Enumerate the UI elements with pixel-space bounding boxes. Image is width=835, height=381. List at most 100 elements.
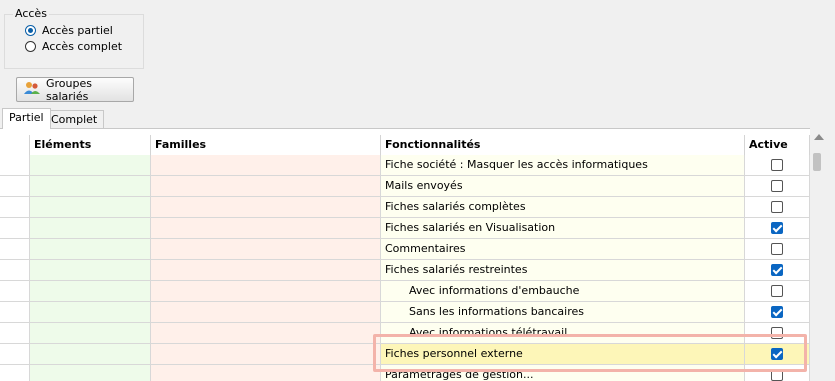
active-cell xyxy=(745,281,810,301)
scroll-up-arrow-icon[interactable] xyxy=(814,134,824,140)
row-selector-cell[interactable] xyxy=(6,176,30,196)
active-cell xyxy=(745,197,810,217)
active-cell xyxy=(745,239,810,259)
active-cell xyxy=(745,344,810,364)
active-checkbox-checked[interactable] xyxy=(771,348,783,360)
fonctionnalite-cell: Paramétrages de gestion... xyxy=(381,365,745,381)
groupes-salaries-button[interactable]: Groupes salariés xyxy=(16,76,134,103)
active-checkbox[interactable] xyxy=(771,285,783,297)
active-checkbox-checked[interactable] xyxy=(771,264,783,276)
familles-cell[interactable] xyxy=(151,260,381,280)
access-groupbox-title: Accès xyxy=(13,7,49,20)
familles-cell[interactable] xyxy=(151,155,381,175)
familles-cell[interactable] xyxy=(151,218,381,238)
header-fonctionnalites[interactable]: Fonctionnalités xyxy=(381,135,745,155)
active-cell xyxy=(745,365,810,381)
vertical-scrollbar[interactable] xyxy=(810,128,827,380)
active-checkbox[interactable] xyxy=(771,369,783,381)
fonctionnalite-cell: Fiches salariés en Visualisation xyxy=(381,218,745,238)
groupes-salaries-label: Groupes salariés xyxy=(46,76,92,103)
row-selector-cell[interactable] xyxy=(6,260,30,280)
active-checkbox-checked[interactable] xyxy=(771,306,783,318)
elements-cell[interactable] xyxy=(30,218,151,238)
header-familles[interactable]: Familles xyxy=(151,135,381,155)
familles-cell[interactable] xyxy=(151,365,381,381)
table-row[interactable]: Paramétrages de gestion... xyxy=(0,365,810,381)
table-row[interactable]: Fiches salariés restreintes xyxy=(0,260,810,281)
familles-cell[interactable] xyxy=(151,302,381,322)
fonctionnalite-cell: Commentaires xyxy=(381,239,745,259)
row-selector-cell[interactable] xyxy=(6,302,30,322)
fonctionnalite-cell: Sans les informations bancaires xyxy=(381,302,745,322)
elements-cell[interactable] xyxy=(30,281,151,301)
row-selector-cell[interactable] xyxy=(6,323,30,343)
familles-cell[interactable] xyxy=(151,197,381,217)
active-cell xyxy=(745,155,810,175)
familles-cell[interactable] xyxy=(151,176,381,196)
fonctionnalite-cell: Avec informations télétravail xyxy=(381,323,745,343)
tab-partiel[interactable]: Partiel xyxy=(2,108,51,129)
fonctionnalite-cell: Fiches salariés complètes xyxy=(381,197,745,217)
radio-button-checked[interactable] xyxy=(25,25,36,36)
radio-acces-complet[interactable]: Accès complet xyxy=(25,40,122,53)
access-groupbox: Accès Accès partiel Accès complet xyxy=(4,7,144,69)
table-row[interactable]: Fiches salariés complètes xyxy=(0,197,810,218)
elements-cell[interactable] xyxy=(30,323,151,343)
familles-cell[interactable] xyxy=(151,281,381,301)
row-selector-cell[interactable] xyxy=(6,197,30,217)
elements-cell[interactable] xyxy=(30,176,151,196)
header-active[interactable]: Active xyxy=(745,135,810,155)
radio-label-partiel: Accès partiel xyxy=(42,24,113,37)
elements-cell[interactable] xyxy=(30,239,151,259)
table-row[interactable]: Sans les informations bancaires xyxy=(0,302,810,323)
table-row[interactable]: Avec informations d'embauche xyxy=(0,281,810,302)
fonctionnalite-cell: Fiches salariés restreintes xyxy=(381,260,745,280)
row-selector-cell[interactable] xyxy=(6,365,30,381)
row-selector-cell[interactable] xyxy=(6,344,30,364)
active-checkbox-checked[interactable] xyxy=(771,222,783,234)
active-checkbox[interactable] xyxy=(771,201,783,213)
fonctionnalite-cell: Fiches personnel externe xyxy=(381,344,745,364)
active-cell xyxy=(745,176,810,196)
users-icon xyxy=(23,80,41,99)
active-checkbox[interactable] xyxy=(771,243,783,255)
table-row[interactable]: Avec informations télétravail xyxy=(0,323,810,344)
table-row[interactable]: Fiche société : Masquer les accès inform… xyxy=(0,155,810,176)
header-selector xyxy=(6,135,30,155)
elements-cell[interactable] xyxy=(30,260,151,280)
table-row[interactable]: Commentaires xyxy=(0,239,810,260)
tab-bar: Partiel Complet xyxy=(0,108,835,129)
elements-cell[interactable] xyxy=(30,302,151,322)
row-selector-cell[interactable] xyxy=(6,218,30,238)
row-selector-cell[interactable] xyxy=(6,239,30,259)
row-selector-cell[interactable] xyxy=(6,155,30,175)
radio-label-complet: Accès complet xyxy=(42,40,123,53)
access-grid: Eléments Familles Fonctionnalités Active… xyxy=(0,128,810,381)
active-checkbox[interactable] xyxy=(771,327,783,339)
active-cell xyxy=(745,260,810,280)
fonctionnalite-cell: Avec informations d'embauche xyxy=(381,281,745,301)
header-elements[interactable]: Eléments xyxy=(30,135,151,155)
familles-cell[interactable] xyxy=(151,239,381,259)
table-row[interactable]: Mails envoyés xyxy=(0,176,810,197)
active-checkbox[interactable] xyxy=(771,180,783,192)
active-cell xyxy=(745,302,810,322)
elements-cell[interactable] xyxy=(30,197,151,217)
familles-cell[interactable] xyxy=(151,344,381,364)
table-row[interactable]: Fiches personnel externe xyxy=(0,344,810,365)
radio-button-unchecked[interactable] xyxy=(25,41,36,52)
active-checkbox[interactable] xyxy=(771,159,783,171)
scroll-thumb[interactable] xyxy=(813,153,821,171)
fonctionnalite-cell: Fiche société : Masquer les accès inform… xyxy=(381,155,745,175)
elements-cell[interactable] xyxy=(30,365,151,381)
active-cell xyxy=(745,218,810,238)
active-cell xyxy=(745,323,810,343)
elements-cell[interactable] xyxy=(30,155,151,175)
radio-acces-partiel[interactable]: Accès partiel xyxy=(25,24,113,37)
elements-cell[interactable] xyxy=(30,344,151,364)
tab-complet[interactable]: Complet xyxy=(44,110,105,128)
table-row[interactable]: Fiches salariés en Visualisation xyxy=(0,218,810,239)
familles-cell[interactable] xyxy=(151,323,381,343)
fonctionnalite-cell: Mails envoyés xyxy=(381,176,745,196)
row-selector-cell[interactable] xyxy=(6,281,30,301)
